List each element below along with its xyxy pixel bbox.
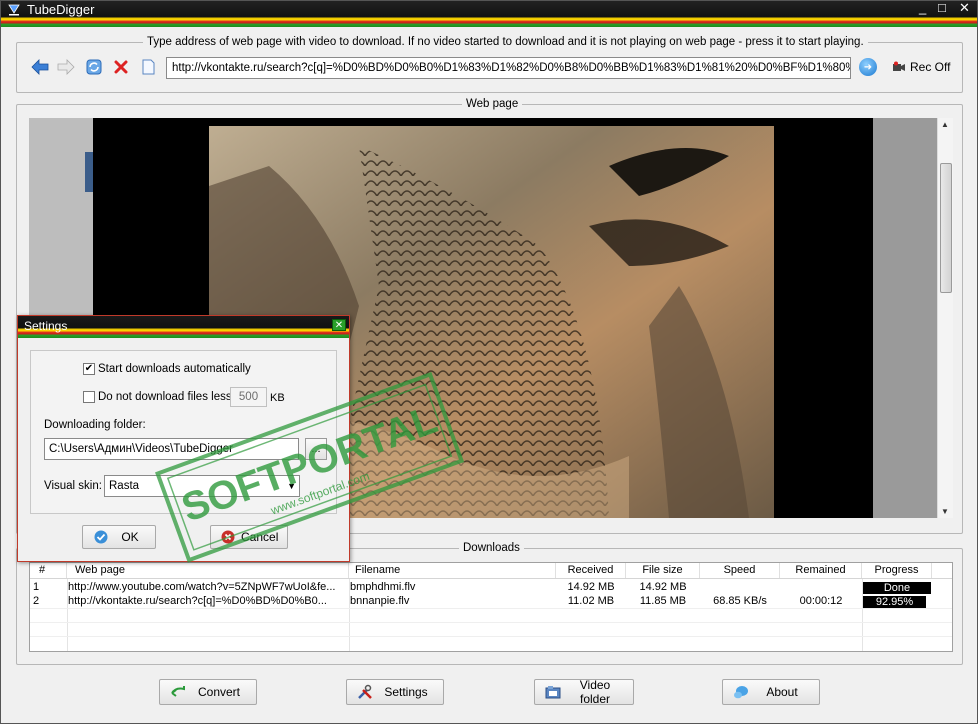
scroll-down-icon[interactable]: ▼ (941, 507, 949, 516)
forward-button[interactable] (56, 57, 76, 77)
title-bar[interactable]: TubeDigger _ □ ✕ (1, 1, 977, 27)
page-header-strip (85, 152, 93, 192)
table-row[interactable]: 2 http://vkontakte.ru/search?c[q]=%D0%BD… (30, 594, 952, 609)
scroll-up-icon[interactable]: ▲ (941, 120, 949, 129)
progress-bar: Done (863, 582, 931, 594)
table-header: # Web page Filename Received File size S… (30, 563, 952, 579)
maximize-button[interactable]: □ (938, 1, 946, 15)
tools-icon (357, 684, 373, 700)
stop-button[interactable] (111, 57, 131, 77)
page-button[interactable] (138, 57, 158, 77)
go-icon: ➜ (863, 61, 873, 73)
row-web-page: http://vkontakte.ru/search?c[q]=%D0%BD%D… (68, 595, 327, 607)
column-header[interactable]: # (30, 563, 67, 578)
row-speed (700, 580, 780, 595)
back-button[interactable] (30, 57, 50, 77)
stop-icon (114, 60, 128, 74)
column-header[interactable]: Filename (349, 563, 556, 578)
address-hint: Type address of web page with video to d… (143, 36, 868, 48)
page-icon (142, 59, 154, 75)
refresh-icon (86, 59, 102, 75)
column-header[interactable]: Remained (780, 563, 862, 578)
row-remained (780, 580, 862, 595)
ok-label: OK (121, 530, 139, 544)
skin-label: Visual skin: (44, 480, 102, 492)
video-folder-button[interactable]: Video folder (534, 678, 634, 706)
progress-bar: 92.95% (863, 596, 926, 608)
video-folder-label: Video folder (579, 678, 611, 706)
folder-field[interactable]: C:\Users\Админ\Videos\TubeDigger (44, 438, 299, 460)
convert-label: Convert (197, 685, 241, 699)
row-number: 2 (33, 595, 40, 607)
main-window: TubeDigger _ □ ✕ Type address of web pag… (0, 0, 978, 724)
min-size-unit: KB (270, 392, 285, 404)
column-header[interactable]: Progress (862, 563, 932, 578)
column-header[interactable]: Speed (700, 563, 780, 578)
settings-dialog[interactable]: Settings ✕ ✔ Start downloads automatical… (17, 315, 350, 562)
skin-value: Rasta (109, 480, 140, 492)
record-toggle[interactable]: Rec Off (892, 60, 950, 74)
min-size-field[interactable]: 500 (230, 387, 267, 407)
folder-label: Downloading folder: (44, 419, 146, 431)
go-button[interactable]: ➜ (859, 58, 877, 76)
cancel-x-icon (221, 529, 235, 545)
ok-check-icon (93, 529, 109, 545)
row-received: 11.02 MB (567, 595, 615, 607)
minimize-button[interactable]: _ (919, 1, 926, 15)
forward-arrow-icon (57, 59, 75, 75)
downloads-label: Downloads (459, 542, 524, 554)
webpage-label: Web page (462, 98, 523, 110)
ok-button[interactable]: OK (82, 525, 156, 549)
table-row[interactable]: 1 http://www.youtube.com/watch?v=5ZNpWF7… (30, 580, 952, 595)
video-folder-icon (545, 684, 561, 700)
row-remained: 00:00:12 (799, 595, 843, 607)
row-web-page: http://www.youtube.com/watch?v=5ZNpWF7wU… (68, 581, 336, 593)
row-received: 14.92 MB (567, 581, 615, 593)
start-auto-label: Start downloads automatically (98, 363, 251, 375)
close-icon[interactable]: ✕ (332, 319, 346, 331)
chevron-down-icon[interactable]: ▼ (287, 476, 296, 496)
cancel-label: Cancel (241, 530, 279, 544)
app-download-icon (8, 4, 20, 16)
row-filename: bnnanpie.flv (350, 595, 410, 607)
about-button[interactable]: About (722, 679, 820, 705)
record-label: Rec Off (910, 60, 951, 74)
info-bubble-icon (733, 684, 749, 700)
row-number: 1 (33, 581, 40, 593)
min-size-label: Do not download files less (98, 391, 232, 403)
convert-button[interactable]: Convert (159, 679, 257, 705)
row-speed: 68.85 KB/s (713, 595, 767, 607)
settings-label: Settings (384, 685, 428, 699)
refresh-button[interactable] (84, 57, 104, 77)
column-header[interactable]: File size (626, 563, 700, 578)
row-filename: bmphdhmi.flv (350, 581, 416, 593)
convert-arrow-icon (170, 684, 186, 700)
row-file-size: 11.85 MB (639, 595, 687, 607)
grid-line (30, 622, 952, 623)
back-arrow-icon (31, 59, 49, 75)
skin-select[interactable]: Rasta ▼ (104, 475, 300, 497)
min-size-checkbox[interactable] (83, 391, 95, 403)
grid-line (30, 636, 952, 637)
start-auto-checkbox[interactable]: ✔ (83, 363, 95, 375)
browse-button[interactable]: ... (305, 438, 327, 460)
about-label: About (766, 685, 798, 699)
settings-title-bar[interactable]: Settings ✕ (18, 316, 349, 338)
settings-title: Settings (24, 319, 68, 333)
close-window-button[interactable]: ✕ (959, 1, 970, 16)
scrollbar-thumb[interactable] (940, 163, 952, 293)
cancel-button[interactable]: Cancel (210, 525, 288, 549)
record-camera-icon (893, 61, 905, 71)
row-file-size: 14.92 MB (639, 581, 687, 593)
webview-scrollbar[interactable]: ▲ ▼ (937, 118, 953, 518)
settings-button[interactable]: Settings (346, 679, 444, 705)
window-title: TubeDigger (27, 2, 95, 17)
url-input[interactable]: http://vkontakte.ru/search?c[q]=%D0%BD%D… (166, 57, 851, 79)
column-header[interactable]: Web page (67, 563, 349, 578)
column-header[interactable]: Received (556, 563, 626, 578)
downloads-table[interactable]: # Web page Filename Received File size S… (29, 562, 953, 652)
